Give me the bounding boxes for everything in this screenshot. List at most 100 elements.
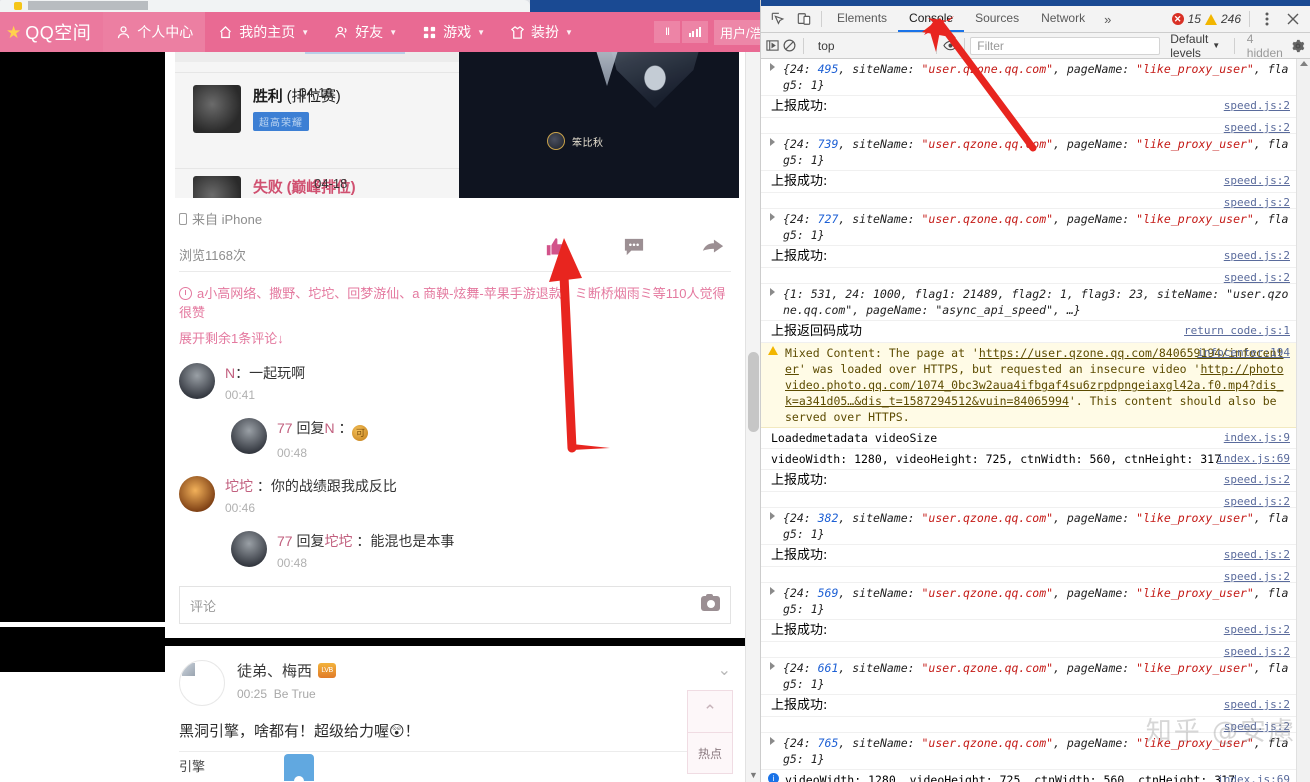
console-row-object[interactable]: {24: 569, siteName: "user.qzone.qq.com",… xyxy=(761,583,1296,620)
comment-author[interactable]: 77 xyxy=(277,533,293,549)
expand-triangle-icon[interactable] xyxy=(770,213,775,221)
like-icon[interactable] xyxy=(545,236,567,262)
kebab-menu-icon[interactable] xyxy=(1254,7,1280,31)
source-link[interactable]: index.js:69 xyxy=(1217,772,1290,782)
console-row-log[interactable]: 上报成功: speed.js:2 xyxy=(761,695,1296,717)
scrollbar-up-arrow-icon[interactable] xyxy=(1300,61,1308,66)
execute-icon[interactable] xyxy=(765,34,780,58)
console-row-source[interactable]: speed.js:2 xyxy=(761,268,1296,284)
comment-input-box[interactable]: 评论 xyxy=(179,586,731,624)
tab-network[interactable]: Network xyxy=(1030,6,1096,32)
console-row-object[interactable]: {1: 531, 24: 1000, flag1: 21489, flag2: … xyxy=(761,284,1296,321)
console-row-object[interactable]: {24: 739, siteName: "user.qzone.qq.com",… xyxy=(761,134,1296,171)
execution-context-selector[interactable]: top xyxy=(810,39,930,53)
source-link[interactable]: return code.js:1 xyxy=(1184,323,1290,339)
gear-icon[interactable] xyxy=(1291,34,1306,58)
expand-triangle-icon[interactable] xyxy=(770,512,775,520)
console-row-source[interactable]: speed.js:2 xyxy=(761,642,1296,658)
console-scrollbar[interactable] xyxy=(1296,59,1310,782)
console-row-log[interactable]: 上报成功: speed.js:2 xyxy=(761,545,1296,567)
source-link[interactable]: speed.js:2 xyxy=(1224,173,1290,189)
clear-console-icon[interactable] xyxy=(782,34,797,58)
issue-counters[interactable]: ✕ 15 246 xyxy=(1171,12,1245,26)
console-row-log[interactable]: 上报成功: speed.js:2 xyxy=(761,246,1296,268)
comment-icon[interactable] xyxy=(623,237,645,261)
expand-comments-link[interactable]: 展开剩余1条评论↓ xyxy=(179,328,731,347)
comment-author[interactable]: 77 xyxy=(277,420,293,436)
avatar[interactable] xyxy=(179,363,215,399)
user-menu-chip[interactable]: 用户/浩 xyxy=(714,19,760,45)
source-link[interactable]: speed.js:2 xyxy=(1224,547,1290,563)
live-expression-icon[interactable] xyxy=(942,34,958,58)
scrollbar-down-arrow-icon[interactable]: ▼ xyxy=(746,767,760,782)
nav-item-decorate[interactable]: 装扮 ▼ xyxy=(497,12,585,52)
console-row-log[interactable]: Loadedmetadata videoSize index.js:9 xyxy=(761,428,1296,449)
expand-triangle-icon[interactable] xyxy=(770,63,775,71)
console-row-object[interactable]: {24: 661, siteName: "user.qzone.qq.com",… xyxy=(761,658,1296,695)
console-row-object[interactable]: {24: 727, siteName: "user.qzone.qq.com",… xyxy=(761,209,1296,246)
console-row-source[interactable]: speed.js:2 xyxy=(761,193,1296,209)
music-pause-button[interactable]: II xyxy=(654,21,680,43)
source-link[interactable]: speed.js:2 xyxy=(1224,622,1290,638)
console-row-log[interactable]: 上报返回码成功 return code.js:1 xyxy=(761,321,1296,343)
console-row-source[interactable]: speed.js:2 xyxy=(761,717,1296,733)
share-icon[interactable] xyxy=(701,237,725,261)
console-row-source[interactable]: speed.js:2 xyxy=(761,567,1296,583)
source-link[interactable]: speed.js:2 xyxy=(1224,248,1290,264)
inspect-icon[interactable] xyxy=(765,7,791,31)
tab-sources[interactable]: Sources xyxy=(964,6,1030,32)
nav-item-games[interactable]: 游戏 ▼ xyxy=(409,12,497,52)
page-scrollbar[interactable]: ▼ xyxy=(745,52,760,782)
nav-item-friends[interactable]: 好友 ▼ xyxy=(321,12,409,52)
close-icon[interactable] xyxy=(1280,7,1306,31)
browser-tab[interactable] xyxy=(0,0,530,12)
expand-triangle-icon[interactable] xyxy=(770,662,775,670)
reply-target[interactable]: 坨坨 xyxy=(324,533,352,549)
comment-author[interactable]: 坨坨 xyxy=(225,478,253,494)
avatar[interactable] xyxy=(231,418,267,454)
console-row-source[interactable]: speed.js:2 xyxy=(761,118,1296,134)
console-row-object[interactable]: {24: 765, siteName: "user.qzone.qq.com",… xyxy=(761,733,1296,770)
console-row-warning[interactable]: infocenter:194 Mixed Content: The page a… xyxy=(761,343,1296,428)
console-row-log[interactable]: 上报成功: speed.js:2 xyxy=(761,171,1296,193)
reply-target[interactable]: N xyxy=(324,420,334,436)
console-row-object[interactable]: {24: 382, siteName: "user.qzone.qq.com",… xyxy=(761,508,1296,545)
console-row-log[interactable]: 上报成功: speed.js:2 xyxy=(761,96,1296,118)
console-row-log[interactable]: index.js:69 videoWidth: 1280, videoHeigh… xyxy=(761,449,1296,470)
hotspot-button[interactable]: 热点 xyxy=(688,733,732,773)
game-result-screenshot[interactable]: 胜利 (排位赛) 超高荣耀 04-18 失败 (巅峰排位) 04-18 xyxy=(175,52,460,198)
post-media-preview[interactable]: 引擎 xyxy=(179,751,731,781)
source-link[interactable]: index.js:9 xyxy=(1224,430,1290,446)
page-scrollbar-thumb[interactable] xyxy=(748,352,759,432)
source-link[interactable]: index.js:69 xyxy=(1217,451,1290,467)
console-row-log[interactable]: 上报成功: speed.js:2 xyxy=(761,620,1296,642)
expand-triangle-icon[interactable] xyxy=(770,587,775,595)
filter-input[interactable]: Filter xyxy=(970,36,1161,55)
scroll-to-top-button[interactable]: ⌃ xyxy=(688,691,732,733)
game-video-thumbnail[interactable]: 笨比秋 xyxy=(459,52,739,198)
source-link[interactable]: infocenter:194 xyxy=(1197,345,1290,361)
post-author-name[interactable]: 徒弟、梅西 xyxy=(237,660,312,681)
signal-bars-icon[interactable] xyxy=(682,21,708,43)
expand-triangle-icon[interactable] xyxy=(770,288,775,296)
console-row-info[interactable]: i index.js:69 videoWidth: 1280, videoHei… xyxy=(761,770,1296,782)
log-level-selector[interactable]: Default levels ▼ xyxy=(1162,32,1228,60)
console-row-source[interactable]: speed.js:2 xyxy=(761,492,1296,508)
source-link[interactable]: speed.js:2 xyxy=(1224,697,1290,713)
qq-zone-logo[interactable]: ★ QQ空间 xyxy=(0,12,104,52)
chevron-double-right-icon[interactable]: » xyxy=(1096,12,1119,27)
tab-elements[interactable]: Elements xyxy=(826,6,898,32)
nav-item-my-homepage[interactable]: 我的主页 ▼ xyxy=(205,12,321,52)
expand-triangle-icon[interactable] xyxy=(770,737,775,745)
avatar[interactable] xyxy=(179,476,215,512)
console-row-object[interactable]: {24: 495, siteName: "user.qzone.qq.com",… xyxy=(761,59,1296,96)
console-row-log[interactable]: 上报成功: speed.js:2 xyxy=(761,470,1296,492)
tab-console[interactable]: Console xyxy=(898,6,965,32)
comment-author[interactable]: N xyxy=(225,365,235,381)
avatar[interactable] xyxy=(231,531,267,567)
nav-item-personal-center[interactable]: 个人中心 xyxy=(103,12,206,52)
source-link[interactable]: speed.js:2 xyxy=(1224,472,1290,488)
chevron-down-icon[interactable]: ⌄ xyxy=(718,660,731,680)
device-toolbar-icon[interactable] xyxy=(791,7,817,31)
console-output[interactable]: {24: 495, siteName: "user.qzone.qq.com",… xyxy=(761,59,1310,782)
